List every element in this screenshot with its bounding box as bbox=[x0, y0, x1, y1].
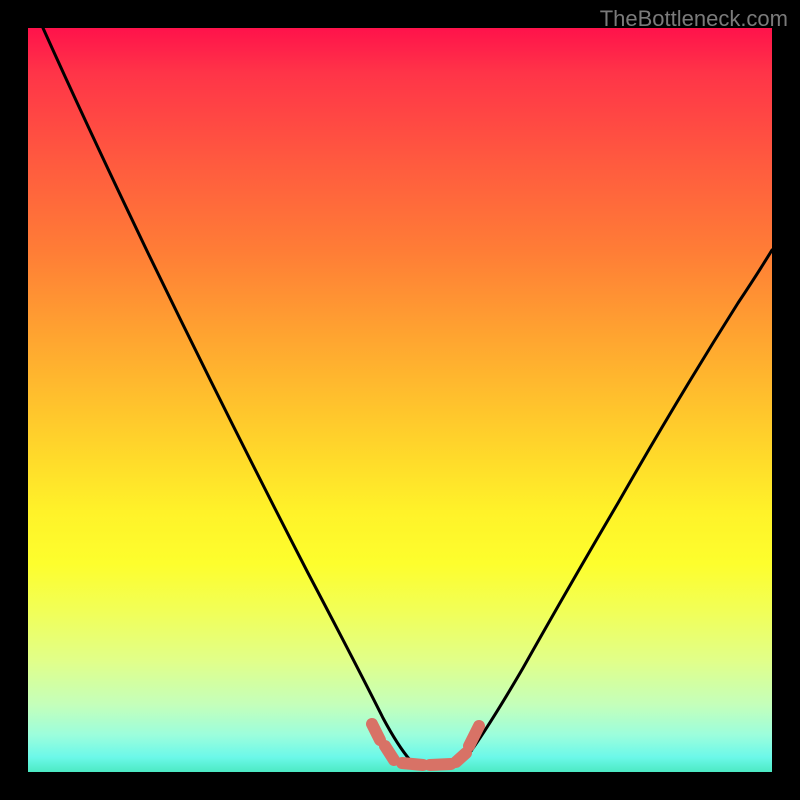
marker-segment bbox=[372, 724, 380, 740]
marker-segment bbox=[385, 746, 394, 760]
chart-frame bbox=[28, 28, 772, 772]
chart-svg bbox=[28, 28, 772, 772]
curve-right-branch bbox=[466, 250, 772, 758]
marker-segment bbox=[456, 753, 466, 762]
chart-plot-area bbox=[28, 28, 772, 772]
marker-segment bbox=[430, 764, 451, 765]
curve-left-branch bbox=[43, 28, 410, 760]
marker-segment bbox=[402, 763, 423, 765]
watermark-text: TheBottleneck.com bbox=[600, 6, 788, 32]
